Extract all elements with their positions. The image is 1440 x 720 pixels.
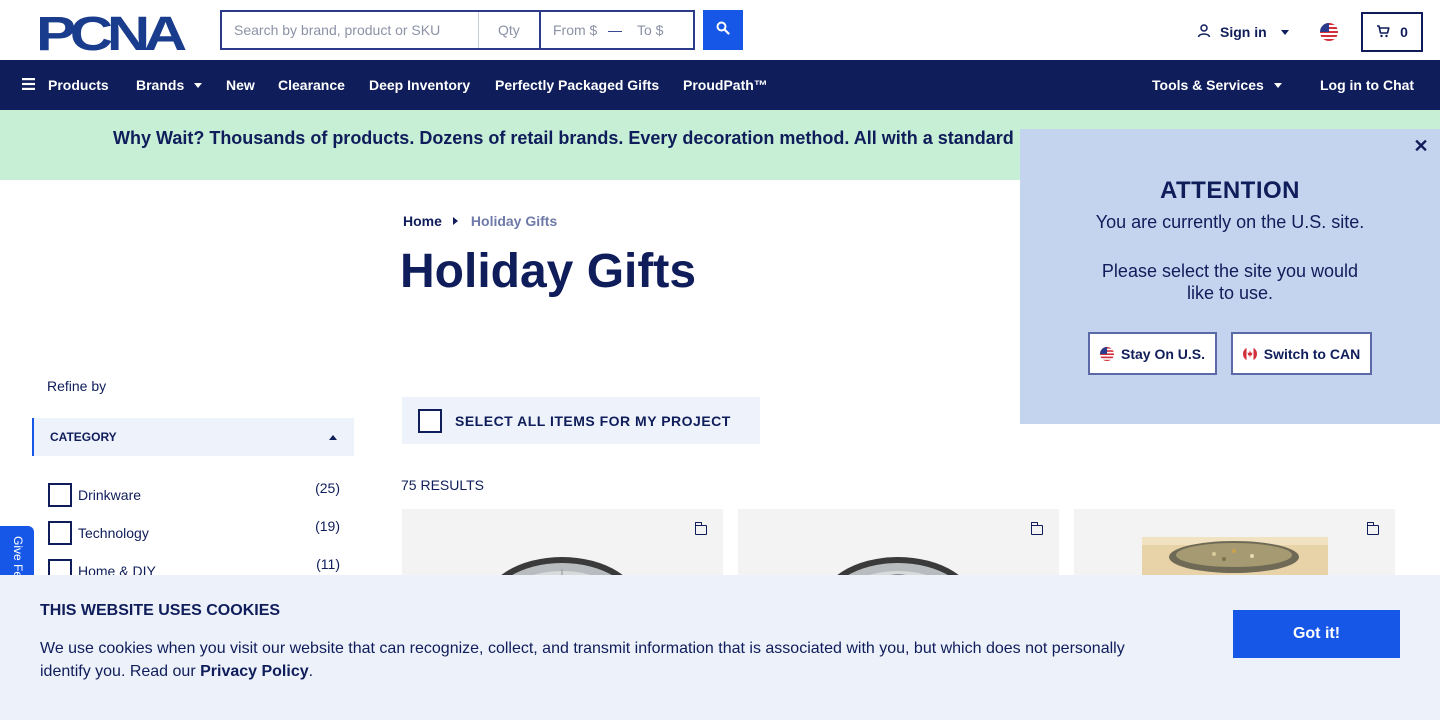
popup-title: ATTENTION [1159, 177, 1301, 204]
checkbox[interactable] [418, 408, 442, 433]
quantity-input[interactable] [479, 12, 541, 48]
svg-text:PCNA: PCNA [36, 12, 186, 52]
nav-proudpath[interactable]: ProudPath™ [683, 60, 768, 110]
refine-by-label: Refine by [47, 378, 107, 394]
nav-deep-inventory-label: Deep Inventory [369, 77, 471, 93]
select-all-label: SELECT ALL ITEMS FOR MY PROJECT [455, 412, 731, 429]
price-from-input[interactable] [541, 12, 605, 48]
us-flag-icon [1099, 346, 1114, 361]
popup-message: You are currently on the U.S. site. [1095, 212, 1365, 232]
cart-icon [1376, 24, 1390, 41]
switch-to-can-label: Switch to CAN [1263, 345, 1361, 362]
cookie-banner: THIS WEBSITE USES COOKIES We use cookies… [0, 575, 1440, 720]
nav-brands[interactable]: Brands [136, 60, 203, 110]
main-navigation: Products Brands New Clearance Deep Inven… [0, 60, 1440, 110]
user-icon [1196, 23, 1212, 42]
nav-proudpath-label: ProudPath™ [683, 77, 768, 93]
log-in-to-chat-link[interactable]: Log in to Chat [1320, 60, 1414, 110]
price-range-separator: — [608, 22, 622, 38]
category-item-count: (25) [315, 480, 340, 496]
category-item-label: Drinkware [78, 487, 142, 503]
category-filter-item[interactable]: Drinkware (25) [48, 480, 340, 507]
checkbox[interactable] [48, 483, 72, 507]
popup-question: Please select the site you would like to… [1101, 261, 1359, 303]
checkbox[interactable] [48, 521, 72, 545]
breadcrumb-current: Holiday Gifts [470, 213, 558, 229]
chevron-right-icon [452, 217, 458, 225]
nav-brands-label: Brands [136, 77, 185, 93]
chat-label: Log in to Chat [1320, 77, 1415, 93]
category-item-count: (11) [316, 556, 340, 572]
privacy-policy-link[interactable]: Privacy Policy [200, 663, 309, 680]
cart-count: 0 [1400, 24, 1408, 40]
search-icon [716, 21, 730, 40]
nav-tools-services-label: Tools & Services [1152, 77, 1264, 93]
search-input[interactable] [222, 12, 479, 48]
nav-clearance[interactable]: Clearance [278, 60, 345, 110]
category-filter-toggle[interactable]: CATEGORY [32, 418, 354, 456]
chevron-down-icon [1273, 82, 1282, 88]
search-bar: — [220, 10, 695, 50]
chevron-down-icon [194, 82, 203, 88]
stay-on-us-button[interactable]: Stay On U.S. [1088, 332, 1217, 375]
nav-new[interactable]: New [226, 60, 255, 110]
stay-on-us-label: Stay On U.S. [1120, 345, 1206, 362]
sign-in-menu[interactable]: Sign in [1196, 20, 1289, 44]
search-button[interactable] [703, 10, 743, 50]
sign-in-label: Sign in [1220, 24, 1267, 40]
chevron-up-icon [329, 435, 337, 440]
category-filter-item[interactable]: Technology (19) [48, 518, 340, 545]
us-flag-icon[interactable] [1320, 23, 1338, 41]
breadcrumb: Home Holiday Gifts [403, 213, 557, 229]
close-icon[interactable]: ✕ [1412, 137, 1430, 155]
category-filter-label: CATEGORY [50, 430, 117, 444]
nav-clearance-label: Clearance [278, 77, 345, 93]
category-item-count: (19) [315, 518, 340, 534]
nav-perfectly-packaged-gifts-label: Perfectly Packaged Gifts [495, 77, 660, 93]
results-count: 75 RESULTS [401, 477, 484, 493]
cookie-message-end: . [308, 663, 314, 680]
cart-button[interactable]: 0 [1361, 12, 1423, 52]
nav-tools-services[interactable]: Tools & Services [1152, 60, 1282, 110]
switch-to-can-button[interactable]: Switch to CAN [1231, 332, 1372, 375]
nav-products[interactable]: Products [22, 60, 109, 110]
chevron-down-icon [1280, 29, 1289, 35]
category-item-label: Technology [78, 525, 149, 541]
page-title: Holiday Gifts [400, 245, 697, 298]
nav-new-label: New [226, 77, 255, 93]
nav-products-label: Products [48, 77, 109, 93]
canada-flag-icon [1242, 346, 1257, 361]
cookie-title: THIS WEBSITE USES COOKIES [40, 602, 281, 619]
select-all-items-toggle[interactable]: SELECT ALL ITEMS FOR MY PROJECT [402, 397, 760, 444]
price-to-input[interactable] [625, 12, 693, 48]
pcna-logo[interactable]: PCNA [36, 8, 191, 61]
site-selection-popup: ✕ ATTENTION You are currently on the U.S… [1020, 129, 1440, 424]
top-header: PCNA — Sign in 0 [0, 0, 1440, 61]
cookie-message: We use cookies when you visit our websit… [40, 637, 1150, 683]
nav-perfectly-packaged-gifts[interactable]: Perfectly Packaged Gifts [495, 60, 659, 110]
menu-icon [22, 77, 35, 93]
promo-text: Why Wait? Thousands of products. Dozens … [113, 128, 1014, 148]
breadcrumb-home-link[interactable]: Home [403, 213, 442, 229]
nav-deep-inventory[interactable]: Deep Inventory [369, 60, 470, 110]
accept-cookies-button[interactable]: Got it! [1233, 610, 1400, 658]
